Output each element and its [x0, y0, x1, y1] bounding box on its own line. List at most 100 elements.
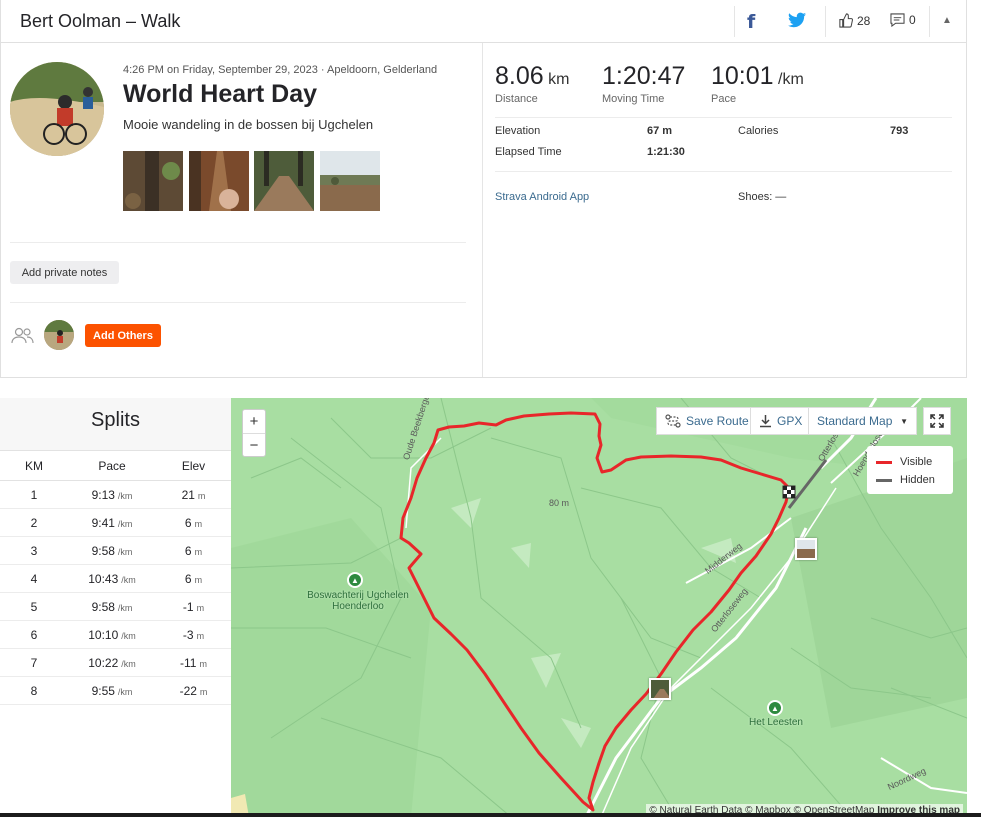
activity-photo[interactable]	[254, 151, 314, 211]
add-others-button[interactable]: Add Others	[85, 324, 161, 347]
stat-pace: 10:01 /km Pace	[711, 62, 804, 105]
moving-time-value: 1:20:47	[602, 62, 686, 90]
divider	[929, 6, 930, 37]
elapsed-time-label: Elapsed Time	[495, 146, 562, 158]
split-pace-value: 9:13	[91, 487, 115, 502]
zoom-controls: + −	[242, 409, 266, 457]
map-photo-marker[interactable]	[649, 678, 671, 700]
kudos-button[interactable]: 28	[838, 13, 870, 28]
splits-col-elev: Elev	[181, 458, 206, 473]
activity-photo[interactable]	[189, 151, 249, 211]
split-elev-value: 6	[184, 543, 192, 558]
split-row[interactable]: 3 9:58/km 6 m	[0, 537, 231, 565]
split-elev: -11 m	[156, 656, 231, 670]
split-km: 7	[30, 655, 38, 670]
split-km: 8	[30, 683, 38, 698]
facebook-share-icon[interactable]: f	[747, 11, 755, 33]
distance-value: 8.06	[495, 62, 544, 90]
legend-hidden-label: Hidden	[900, 474, 935, 486]
athlete-activity-title: Bert Oolman – Walk	[20, 11, 181, 31]
divider	[10, 302, 466, 303]
split-row[interactable]: 5 9:58/km -1 m	[0, 593, 231, 621]
elevation-label: Elevation	[495, 125, 541, 137]
route-map[interactable]: ▲ Boswachterij Ugchelen Hoenderloo ▲ Het…	[231, 398, 967, 817]
moving-time-label: Moving Time	[602, 93, 665, 105]
route-icon	[665, 414, 681, 428]
splits-rows: 1 9:13/km 21 m 2 9:41/km 6 m 3 9:58/km 6 m 4 10:43/km…	[0, 481, 231, 705]
athlete-avatar-small[interactable]	[44, 320, 74, 350]
map-style-label: Standard Map	[817, 414, 893, 428]
split-elev-value: 6	[184, 515, 192, 530]
split-km: 3	[30, 543, 38, 558]
splits-panel: Splits KM Pace Elev 1 9:13/km 21 m 2 9:41/km 6…	[0, 398, 231, 817]
stat-distance: 8.06 km Distance	[495, 62, 569, 105]
divider	[825, 6, 826, 37]
gpx-export-button[interactable]: GPX	[750, 407, 812, 435]
pace-value: 10:01	[711, 62, 774, 90]
split-row[interactable]: 7 10:22/km -11 m	[0, 649, 231, 677]
split-km: 2	[30, 515, 38, 530]
split-elev-value: -11	[180, 655, 197, 670]
zoom-out-button[interactable]: −	[243, 433, 265, 456]
elapsed-time-value: 1:21:30	[647, 146, 685, 158]
split-elev-value: -1	[182, 599, 194, 614]
split-row[interactable]: 2 9:41/km 6 m	[0, 509, 231, 537]
add-private-notes-button[interactable]: Add private notes	[10, 261, 119, 284]
map-style-dropdown[interactable]: Standard Map ▼	[808, 407, 917, 435]
collapse-caret-icon[interactable]: ▲	[942, 15, 952, 26]
split-row[interactable]: 8 9:55/km -22 m	[0, 677, 231, 705]
split-km: 6	[30, 627, 38, 642]
forest-poi-icon[interactable]: ▲	[347, 572, 363, 588]
split-elev-unit: m	[194, 546, 203, 557]
comments-button[interactable]: 0	[890, 13, 916, 27]
zoom-in-button[interactable]: +	[243, 410, 265, 433]
activity-header-bar: Bert Oolman – Walk f 28 0 ▲	[0, 0, 967, 43]
activity-title[interactable]: World Heart Day	[123, 80, 317, 109]
elevation-marker-label: 80 m	[549, 498, 570, 508]
split-pace-unit: /km	[121, 574, 136, 585]
split-row[interactable]: 6 10:10/km -3 m	[0, 621, 231, 649]
athlete-avatar[interactable]	[10, 62, 104, 156]
split-elev-unit: m	[199, 686, 208, 697]
fullscreen-button[interactable]	[923, 407, 951, 435]
divider	[10, 242, 466, 243]
split-pace: 10:10/km	[68, 628, 156, 642]
split-elev-unit: m	[196, 602, 205, 613]
split-pace: 10:43/km	[68, 572, 156, 586]
split-row[interactable]: 1 9:13/km 21 m	[0, 481, 231, 509]
split-pace-unit: /km	[117, 686, 133, 697]
shoes-info: Shoes: —	[738, 191, 787, 203]
poi-label-het-leesten: Het Leesten	[749, 717, 803, 728]
comment-icon	[890, 13, 905, 27]
split-pace-value: 10:10	[88, 627, 119, 642]
legend-swatch-hidden	[876, 478, 892, 482]
save-route-button[interactable]: Save Route	[656, 407, 758, 435]
divider	[734, 6, 735, 37]
legend-hidden: Hidden	[876, 471, 944, 489]
device-link[interactable]: Strava Android App	[495, 191, 589, 203]
save-route-label: Save Route	[686, 414, 749, 428]
splits-title: Splits	[0, 398, 231, 451]
splits-col-pace: Pace	[98, 458, 126, 473]
split-pace: 9:13/km	[68, 488, 156, 502]
forest-poi-icon[interactable]: ▲	[767, 700, 783, 716]
kudos-count: 28	[857, 13, 871, 28]
split-elev-unit: m	[197, 490, 206, 501]
split-elev: -22 m	[156, 684, 231, 698]
poi-line-1: Boswachterij Ugchelen	[307, 590, 409, 601]
activity-photo[interactable]	[123, 151, 183, 211]
expand-icon	[930, 414, 944, 428]
split-pace-unit: /km	[117, 602, 133, 613]
distance-label: Distance	[495, 93, 538, 105]
split-pace: 9:58/km	[68, 600, 156, 614]
split-pace: 9:58/km	[68, 544, 156, 558]
twitter-share-icon[interactable]	[788, 12, 806, 33]
split-row[interactable]: 4 10:43/km 6 m	[0, 565, 231, 593]
pace-unit: /km	[778, 71, 804, 88]
legend-swatch-visible	[876, 460, 892, 464]
split-pace-value: 10:43	[88, 571, 119, 586]
activity-photo[interactable]	[320, 151, 380, 211]
map-photo-marker[interactable]	[795, 538, 817, 560]
split-elev-unit: m	[194, 574, 203, 585]
split-pace-unit: /km	[117, 518, 133, 529]
